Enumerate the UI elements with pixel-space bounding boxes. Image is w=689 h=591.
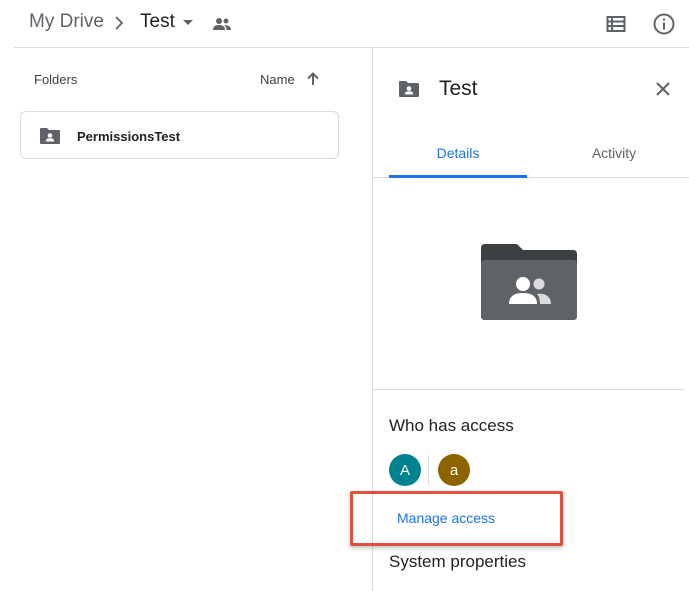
details-title: Test [439,77,478,100]
breadcrumb-my-drive[interactable]: My Drive [29,11,104,33]
header-divider [14,47,689,48]
caret-down-icon[interactable] [181,16,195,30]
folder-item-permissionstest[interactable]: PermissionsTest [20,111,339,159]
avatar[interactable]: A [389,454,421,486]
list-view-icon[interactable] [604,12,628,36]
top-bar: My Drive Test [0,0,689,48]
shared-folder-preview-icon [481,244,577,325]
section-divider [373,389,684,390]
close-icon[interactable] [652,78,674,100]
shared-folder-icon [39,127,61,150]
tab-activity[interactable]: Activity [545,145,683,161]
info-icon[interactable] [652,12,676,36]
people-icon [211,14,233,34]
active-tab-indicator [389,175,527,178]
manage-access-link[interactable]: Manage access [397,510,495,526]
tab-details[interactable]: Details [389,145,527,161]
shared-folder-icon [398,80,420,103]
who-has-access-heading: Who has access [389,416,514,435]
sort-name-button[interactable]: Name [260,72,295,87]
avatar[interactable]: a [438,454,470,486]
chevron-right-icon [113,15,125,36]
arrow-up-icon[interactable] [305,71,321,87]
breadcrumb-current[interactable]: Test [140,11,175,33]
folder-name: PermissionsTest [77,129,181,144]
folders-heading: Folders [34,72,78,87]
system-properties-heading: System properties [389,552,526,571]
avatar-divider [428,455,429,485]
